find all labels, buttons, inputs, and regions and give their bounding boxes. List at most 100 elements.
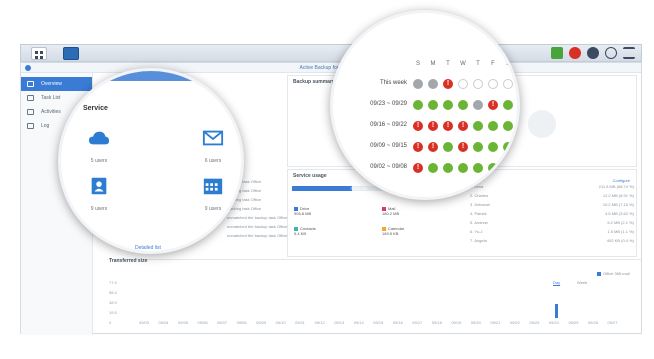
x-tick-label: 09/18 (431, 320, 442, 325)
log-line: unmatched the backup task Office (227, 224, 288, 229)
backup-status-dot[interactable] (473, 121, 483, 131)
x-tick-label: 09/23 (529, 320, 540, 325)
x-tick-label: 09/11 (295, 320, 305, 325)
y-tick-label: 19.5 (109, 310, 117, 315)
service-count: 9 users (204, 206, 222, 212)
backup-status-dot[interactable] (503, 142, 513, 152)
detailed-list-link[interactable]: Detailed list (135, 245, 161, 251)
main-menu-icon[interactable] (31, 47, 47, 60)
legend-value: 905.8 MB (294, 211, 312, 216)
user-icon[interactable] (587, 47, 599, 59)
x-tick-label: 09/19 (451, 320, 462, 325)
backup-status-dot[interactable] (488, 121, 498, 131)
backup-status-dot[interactable] (443, 121, 453, 131)
backup-status-dot[interactable] (488, 163, 498, 173)
service-mail[interactable]: 6 users (193, 129, 233, 164)
user-row-name: 3. Deborah (470, 202, 490, 207)
legend-value: 5.4 KB (294, 231, 307, 236)
week-label: This week (379, 80, 407, 86)
backup-summary-magnifier: S M T W T F S This week 09/23 ~ 09/29 09/16 ~ 09/… (330, 10, 520, 200)
contacts-icon (91, 177, 107, 195)
backup-status-dot[interactable] (413, 142, 423, 152)
desktop-taskbar (20, 44, 642, 62)
summary-chart-icon (528, 110, 556, 138)
chart-legend: Office 365 mail (597, 271, 630, 276)
backup-status-dot[interactable] (458, 121, 468, 131)
backup-status-dot[interactable] (413, 121, 423, 131)
calendar-icon (203, 178, 223, 195)
legend-value: 169.5 KB (382, 231, 399, 236)
sidebar-item-overview[interactable]: Overview (21, 77, 92, 91)
legend-contacts: Contacts 5.4 KB (294, 226, 316, 236)
backup-status-dot[interactable] (413, 163, 423, 173)
x-tick-label: 09/10 (275, 320, 286, 325)
backup-status-dot[interactable] (443, 100, 453, 110)
transfer-bar[interactable] (554, 304, 558, 318)
day-header: F (491, 61, 495, 67)
task-list-icon (27, 95, 34, 101)
sidebar-item-label: Task List (41, 95, 61, 101)
week-label: 09/23 ~ 09/29 (370, 101, 407, 107)
service-contacts[interactable]: 9 users (79, 177, 119, 212)
backup-status-dot[interactable] (473, 163, 483, 173)
backup-status-dot[interactable] (488, 79, 498, 89)
backup-status-dot[interactable] (428, 79, 438, 89)
backup-status-dot[interactable] (443, 142, 453, 152)
active-backup-app-icon[interactable] (63, 47, 79, 60)
user-row-value: 1.5 MB (1.1 %) (607, 229, 634, 234)
backup-status-dot[interactable] (458, 79, 468, 89)
x-tick-label: 09/15 (373, 320, 384, 325)
alert-icon[interactable] (569, 47, 581, 59)
service-calendar[interactable]: 9 users (193, 177, 233, 212)
legend-value: 180.2 MB (382, 211, 400, 216)
backup-status-dot[interactable] (473, 79, 483, 89)
configure-link[interactable]: Configure (613, 178, 630, 183)
backup-status-dot[interactable] (428, 163, 438, 173)
x-tick-label: 09/08 (236, 320, 247, 325)
service-count: 6 users (204, 158, 222, 164)
backup-status-dot[interactable] (503, 121, 513, 131)
panel-title: Transferred size (109, 258, 148, 264)
backup-status-dot[interactable] (443, 79, 453, 89)
backup-status-dot[interactable] (503, 100, 513, 110)
log-line: unmatched the backup task Office (227, 233, 288, 238)
backup-status-dot[interactable] (458, 163, 468, 173)
x-tick-label: 09/27 (607, 320, 618, 325)
service-title: Service (83, 105, 108, 112)
legend-mail: Mail 180.2 MB (382, 206, 399, 216)
x-tick-label: 09/25 (568, 320, 579, 325)
backup-status-dot[interactable] (503, 163, 513, 173)
notification-icon[interactable] (551, 47, 563, 59)
backup-status-dot[interactable] (443, 163, 453, 173)
backup-status-dot[interactable] (428, 121, 438, 131)
x-tick-label: 09/22 (509, 320, 520, 325)
backup-status-dot[interactable] (488, 142, 498, 152)
user-row-name: 6. Yu-J (470, 229, 483, 234)
menu-icon[interactable] (623, 47, 635, 59)
user-row-value: 211.8 MB (68.74 %) (598, 184, 634, 189)
backup-status-dot[interactable] (473, 100, 483, 110)
sidebar-item-label: Activities (41, 109, 61, 115)
panel-title: Service usage (293, 173, 327, 179)
total-value: 753.8 GB (350, 186, 367, 191)
user-row-name: 2. Charles (470, 193, 489, 198)
search-icon[interactable] (605, 47, 617, 59)
x-tick-label: 09/13 (334, 320, 345, 325)
backup-status-dot[interactable] (413, 79, 423, 89)
backup-status-dot[interactable] (413, 100, 423, 110)
backup-status-dot[interactable] (488, 100, 498, 110)
backup-status-dot[interactable] (503, 79, 513, 89)
backup-status-dot[interactable] (458, 142, 468, 152)
x-tick-label: 09/26 (587, 320, 598, 325)
activities-icon (27, 109, 34, 115)
backup-status-dot[interactable] (428, 100, 438, 110)
x-tick-label: 09/24 (548, 320, 559, 325)
usage-bar-fill (292, 186, 352, 191)
backup-status-dot[interactable] (428, 142, 438, 152)
panel-title: Backup summary (293, 79, 335, 85)
backup-status-dot[interactable] (458, 100, 468, 110)
cloud-icon (88, 131, 110, 145)
day-header: T (446, 61, 450, 67)
backup-status-dot[interactable] (473, 142, 483, 152)
service-onedrive[interactable]: 5 users (79, 129, 119, 164)
